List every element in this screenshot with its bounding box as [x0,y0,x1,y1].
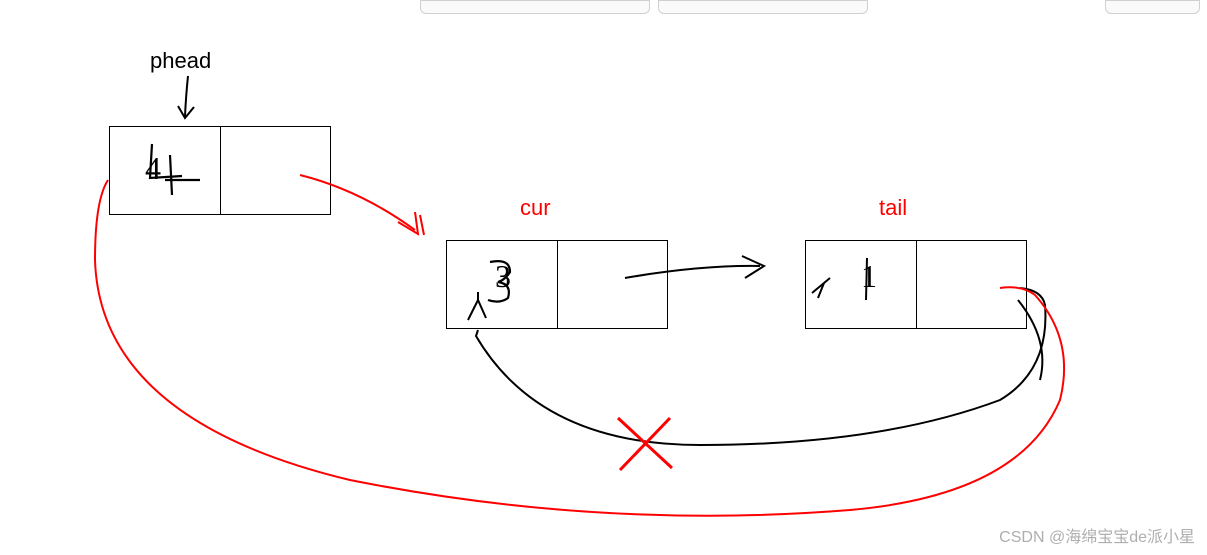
node-phead-divider [220,127,221,214]
label-tail: tail [879,195,907,221]
toolbar-fragment-3 [1105,0,1200,14]
red-x-mark [618,418,672,470]
toolbar-fragment-2 [658,0,868,14]
label-cur: cur [520,195,551,221]
node-cur-value: 3 [495,258,511,295]
node-tail-divider [916,241,917,328]
curve-phead-to-tail-red [95,180,1064,516]
toolbar-fragment-1 [420,0,650,14]
node-tail-value: 1 [861,258,877,295]
arrow-phead-down [178,76,194,118]
node-phead [109,126,331,215]
node-cur [446,240,668,329]
watermark: CSDN @海绵宝宝de派小星 [999,523,1195,547]
label-phead: phead [150,48,211,74]
node-tail [805,240,1027,329]
node-phead-value: 4 [145,150,161,187]
node-cur-divider [557,241,558,328]
